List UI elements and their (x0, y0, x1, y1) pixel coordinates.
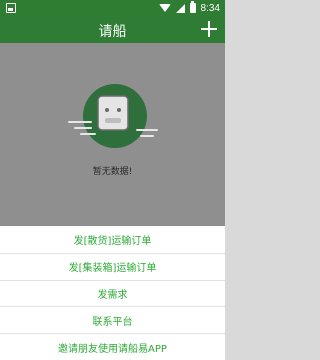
app-bar: 请船 (0, 16, 225, 43)
empty-state-text: 暂无数据! (92, 167, 133, 177)
action-post-demand[interactable]: 发需求 (0, 279, 225, 307)
content-area: 暂无数据! (0, 43, 225, 226)
action-contact-platform[interactable]: 联系平台 (0, 306, 225, 333)
action-bulk-cargo-order[interactable]: 发[散货]运输订单 (0, 226, 225, 253)
wifi-icon (158, 4, 171, 12)
signal-icon (175, 3, 185, 13)
page-title: 请船 (98, 24, 127, 40)
empty-state-illustration (68, 84, 158, 148)
status-bar: 8:34 (0, 0, 225, 16)
notification-icon (6, 3, 16, 13)
add-icon[interactable] (200, 20, 218, 38)
action-invite-friends[interactable]: 邀请朋友使用请船易APP (0, 333, 225, 360)
action-sheet: 发[散货]运输订单 发[集装箱]运输订单 发需求 联系平台 邀请朋友使用请船易A… (0, 226, 225, 360)
status-time: 8:34 (200, 2, 220, 14)
status-indicators: 8:34 (158, 1, 220, 15)
battery-icon (189, 1, 196, 13)
action-container-order[interactable]: 发[集装箱]运输订单 (0, 252, 225, 280)
